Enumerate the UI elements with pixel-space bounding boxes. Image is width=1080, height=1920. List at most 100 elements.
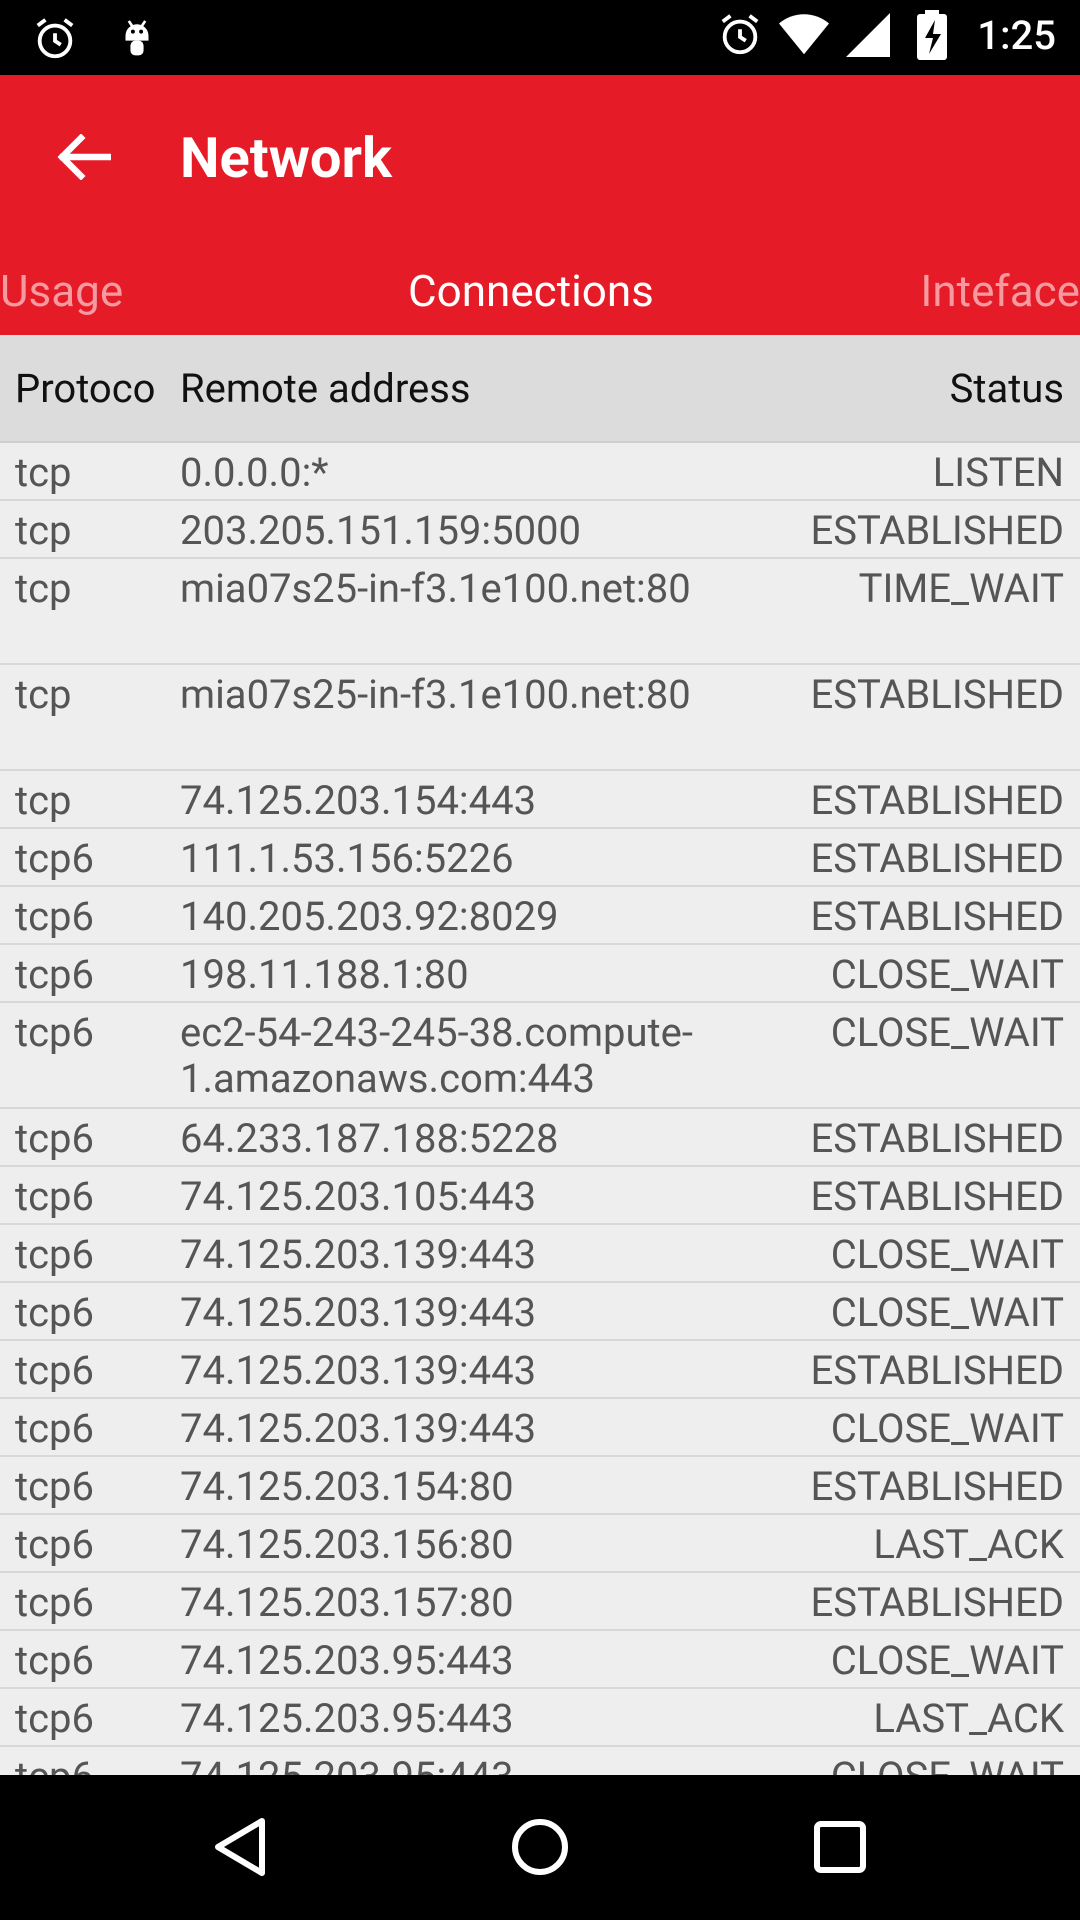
- cell-remote-address: 74.125.203.139:443: [180, 1405, 537, 1452]
- table-row[interactable]: tcp6 74.125.203.95:443 CLOSE_WAIT: [0, 1747, 1080, 1776]
- table-row[interactable]: tcp6 74.125.203.154:80 ESTABLISHED: [0, 1457, 1080, 1515]
- cell-status: TIME_WAIT: [858, 565, 1064, 612]
- cell-status: ESTABLISHED: [810, 893, 1064, 940]
- cell-remote-address: 74.125.203.95:443: [180, 1695, 514, 1742]
- back-triangle-icon: [215, 1818, 265, 1876]
- table-row[interactable]: tcp6 74.125.203.139:443 ESTABLISHED: [0, 1341, 1080, 1399]
- tab-interface[interactable]: Inteface: [920, 265, 1080, 317]
- nav-home-button[interactable]: [500, 1807, 580, 1887]
- table-row[interactable]: tcp6 198.11.188.1:80 CLOSE_WAIT: [0, 945, 1080, 1003]
- clock: 1:25: [977, 11, 1056, 59]
- cell-status: LISTEN: [932, 449, 1064, 496]
- cell-protocol: tcp: [15, 508, 72, 554]
- recents-square-icon: [814, 1821, 866, 1873]
- alarm-icon: [30, 14, 80, 64]
- wifi-icon: [779, 10, 830, 60]
- table-row[interactable]: tcp 203.205.151.159:5000 ESTABLISHED: [0, 501, 1080, 559]
- arrow-back-icon: [57, 134, 111, 180]
- tab-connections[interactable]: Connections: [408, 265, 654, 317]
- home-circle-icon: [512, 1819, 568, 1875]
- cell-status: ESTABLISHED: [810, 507, 1064, 554]
- cell-protocol: tcp6: [15, 1406, 94, 1452]
- battery-charging-icon: [907, 10, 957, 60]
- status-bar: 1:25: [0, 0, 1080, 75]
- app-bar: Network Usage Connections Inteface: [0, 75, 1080, 335]
- cell-status: LAST_ACK: [873, 1521, 1064, 1568]
- table-row[interactable]: tcp6 74.125.203.95:443 CLOSE_WAIT: [0, 1631, 1080, 1689]
- cell-remote-address: ec2-54-243-245-38.compute-1.amazonaws.co…: [180, 1009, 693, 1102]
- cell-protocol: tcp6: [15, 952, 94, 998]
- cell-remote-address: 74.125.203.154:443: [180, 777, 537, 824]
- tab-usage[interactable]: Usage: [0, 265, 123, 317]
- cell-protocol: tcp6: [15, 1696, 94, 1742]
- cell-remote-address: 140.205.203.92:8029: [180, 893, 559, 940]
- cell-status: CLOSE_WAIT: [830, 1637, 1064, 1684]
- cell-remote-address: 74.125.203.157:80: [180, 1579, 514, 1626]
- cell-status: CLOSE_WAIT: [830, 1231, 1064, 1278]
- table-row[interactable]: tcp 0.0.0.0:* LISTEN: [0, 443, 1080, 501]
- table-row[interactable]: tcp6 74.125.203.156:80 LAST_ACK: [0, 1515, 1080, 1573]
- cell-protocol: tcp6: [15, 1290, 94, 1336]
- cell-status: ESTABLISHED: [810, 1347, 1064, 1394]
- cell-protocol: tcp6: [15, 1232, 94, 1278]
- cell-status: ESTABLISHED: [810, 1463, 1064, 1510]
- table-row[interactable]: tcp6 140.205.203.92:8029 ESTABLISHED: [0, 887, 1080, 945]
- table-row[interactable]: tcp6 74.125.203.105:443 ESTABLISHED: [0, 1167, 1080, 1225]
- cell-remote-address: 74.125.203.105:443: [180, 1173, 537, 1220]
- table-row[interactable]: tcp6 74.125.203.139:443 CLOSE_WAIT: [0, 1225, 1080, 1283]
- nav-recents-button[interactable]: [800, 1807, 880, 1887]
- cell-remote-address: 74.125.203.95:443: [180, 1637, 514, 1684]
- signal-icon: [843, 10, 893, 60]
- header-remote-address: Remote address: [180, 365, 471, 412]
- table-row[interactable]: tcp6 74.125.203.95:443 LAST_ACK: [0, 1689, 1080, 1747]
- table-row[interactable]: tcp6 74.125.203.139:443 CLOSE_WAIT: [0, 1283, 1080, 1341]
- cell-status: ESTABLISHED: [810, 777, 1064, 824]
- cell-protocol: tcp6: [15, 1464, 94, 1510]
- header-protocol: Protoco: [15, 365, 156, 412]
- cell-protocol: tcp6: [15, 1638, 94, 1684]
- cell-status: CLOSE_WAIT: [830, 1289, 1064, 1336]
- cell-protocol: tcp: [15, 778, 72, 824]
- cell-remote-address: mia07s25-in-f3.1e100.net:80: [180, 565, 691, 612]
- cell-remote-address: 198.11.188.1:80: [180, 951, 469, 998]
- connections-list[interactable]: tcp 0.0.0.0:* LISTEN tcp 203.205.151.159:500…: [0, 443, 1080, 1775]
- cell-protocol: tcp: [15, 672, 72, 718]
- cell-remote-address: 74.125.203.154:80: [180, 1463, 514, 1510]
- cell-protocol: tcp6: [15, 836, 94, 882]
- page-title: Network: [180, 125, 392, 191]
- table-row[interactable]: tcp mia07s25-in-f3.1e100.net:80 ESTABLISHE…: [0, 665, 1080, 771]
- cell-status: CLOSE_WAIT: [830, 1405, 1064, 1452]
- back-button[interactable]: [54, 127, 114, 187]
- header-status: Status: [949, 365, 1064, 412]
- table-row[interactable]: tcp mia07s25-in-f3.1e100.net:80 TIME_WAIT: [0, 559, 1080, 665]
- cell-protocol: tcp6: [15, 1116, 94, 1162]
- table-row[interactable]: tcp6 74.125.203.157:80 ESTABLISHED: [0, 1573, 1080, 1631]
- cell-remote-address: 74.125.203.139:443: [180, 1289, 537, 1336]
- table-row[interactable]: tcp6 ec2-54-243-245-38.compute-1.amazonaw…: [0, 1003, 1080, 1109]
- cell-protocol: tcp6: [15, 894, 94, 940]
- cell-protocol: tcp: [15, 566, 72, 612]
- alarm-icon: [715, 10, 765, 60]
- table-row[interactable]: tcp 74.125.203.154:443 ESTABLISHED: [0, 771, 1080, 829]
- cell-status: CLOSE_WAIT: [830, 951, 1064, 998]
- cell-remote-address: 0.0.0.0:*: [180, 449, 329, 496]
- cell-protocol: tcp6: [15, 1348, 94, 1394]
- cell-protocol: tcp6: [15, 1522, 94, 1568]
- cell-protocol: tcp6: [15, 1754, 165, 1775]
- cell-remote-address: 203.205.151.159:5000: [180, 507, 582, 554]
- cell-remote-address: 64.233.187.188:5228: [180, 1115, 559, 1162]
- cell-status: CLOSE_WAIT: [830, 1009, 1064, 1056]
- nav-back-button[interactable]: [200, 1807, 280, 1887]
- navigation-bar: [0, 1775, 1080, 1920]
- cell-protocol: tcp6: [15, 1010, 94, 1056]
- table-row[interactable]: tcp6 111.1.53.156:5226 ESTABLISHED: [0, 829, 1080, 887]
- table-header: Protoco Remote address Status: [0, 335, 1080, 443]
- table-row[interactable]: tcp6 64.233.187.188:5228 ESTABLISHED: [0, 1109, 1080, 1167]
- cell-status: LAST_ACK: [873, 1695, 1064, 1742]
- screen: 1:25 Network Usage Connections Inteface …: [0, 0, 1080, 1920]
- cell-remote-address: 74.125.203.156:80: [180, 1521, 514, 1568]
- cell-remote-address: mia07s25-in-f3.1e100.net:80: [180, 671, 691, 718]
- cell-status: ESTABLISHED: [810, 835, 1064, 882]
- table-row[interactable]: tcp6 74.125.203.139:443 CLOSE_WAIT: [0, 1399, 1080, 1457]
- cell-status: ESTABLISHED: [810, 1115, 1064, 1162]
